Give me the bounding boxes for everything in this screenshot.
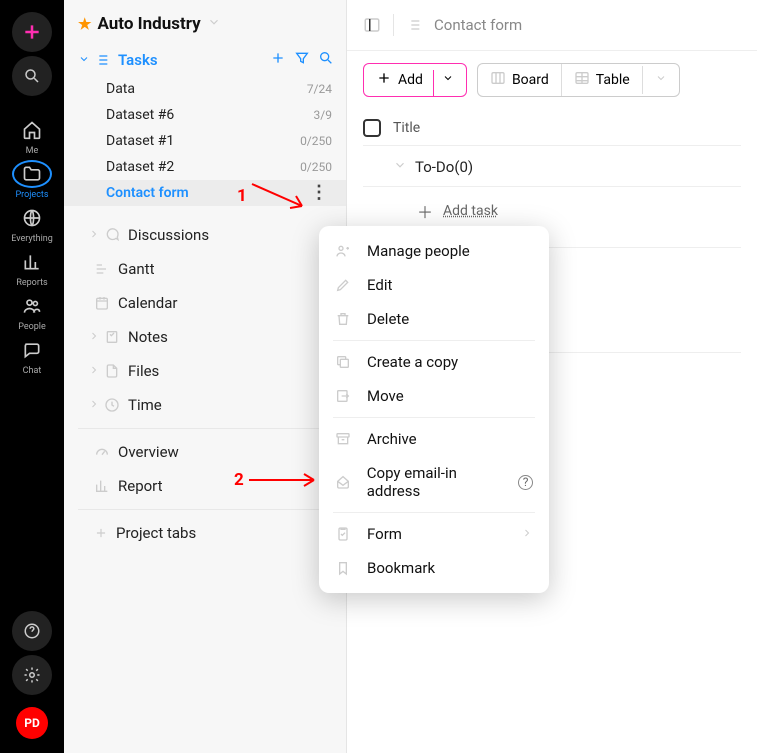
people-icon (12, 292, 52, 320)
globe-icon (12, 204, 52, 232)
nav-overview[interactable]: Overview (64, 435, 346, 469)
filter-icon[interactable] (294, 50, 310, 70)
menu-create-copy[interactable]: Create a copy (319, 345, 549, 379)
menu-move[interactable]: Move (319, 379, 549, 413)
notes-icon (104, 329, 120, 345)
chat-icon (12, 336, 52, 364)
home-icon (12, 116, 52, 144)
chevron-down-icon (207, 14, 221, 34)
archive-icon (335, 431, 353, 447)
menu-edit[interactable]: Edit (319, 268, 549, 302)
menu-archive[interactable]: Archive (319, 422, 549, 456)
copy-icon (335, 354, 353, 370)
settings-button[interactable] (12, 655, 52, 695)
calendar-icon (94, 295, 110, 311)
chevron-right-icon (86, 396, 102, 414)
menu-copy-email[interactable]: Copy email-in address ? (319, 456, 549, 508)
nav-gantt[interactable]: Gantt (64, 252, 346, 286)
list-item[interactable]: Data7/24 (64, 76, 346, 102)
view-board-button[interactable]: Board (478, 64, 561, 96)
nav-files[interactable]: Files (64, 354, 346, 388)
add-list-icon[interactable] (270, 50, 286, 70)
menu-manage-people[interactable]: Manage people (319, 234, 549, 268)
list-icon (406, 17, 422, 33)
chevron-right-icon (86, 328, 102, 346)
menu-bookmark[interactable]: Bookmark (319, 551, 549, 585)
search-list-icon[interactable] (318, 50, 334, 70)
menu-delete[interactable]: Delete (319, 302, 549, 336)
nav-reports[interactable]: Reports (12, 248, 52, 288)
report-icon (94, 478, 110, 494)
bookmark-icon (335, 560, 353, 576)
folder-icon (12, 160, 52, 188)
project-tabs-button[interactable]: Project tabs (64, 516, 346, 550)
list-icon (94, 52, 110, 68)
files-icon (104, 363, 120, 379)
add-button[interactable]: Add (363, 63, 467, 97)
search-icon (12, 56, 52, 96)
nav-report[interactable]: Report (64, 469, 346, 503)
view-table-button[interactable]: Table (561, 64, 642, 96)
trash-icon (335, 311, 353, 327)
nav-everything[interactable]: Everything (12, 204, 52, 244)
gauge-icon (94, 444, 110, 460)
chevron-right-icon (521, 525, 533, 543)
context-menu: Manage people Edit Delete Create a copy … (319, 226, 549, 593)
star-icon[interactable]: ★ (78, 15, 91, 33)
plus-icon: ＋ (417, 199, 433, 223)
list-item[interactable]: Dataset #20/250 (64, 154, 346, 180)
edit-icon (335, 277, 353, 293)
nav-people[interactable]: People (12, 292, 52, 332)
project-title[interactable]: ★ Auto Industry (64, 0, 346, 42)
new-button[interactable] (12, 12, 52, 52)
chart-icon (12, 248, 52, 276)
view-more-button[interactable] (642, 66, 679, 94)
move-icon (335, 388, 353, 404)
chevron-down-icon (393, 158, 407, 176)
plus-icon (376, 70, 392, 90)
menu-form[interactable]: Form (319, 517, 549, 551)
table-icon (574, 70, 590, 90)
nav-time[interactable]: Time (64, 388, 346, 422)
board-icon (490, 70, 506, 90)
more-icon[interactable]: ⋮ (306, 187, 332, 199)
column-title[interactable]: Title (393, 120, 420, 136)
section-tasks[interactable]: Tasks (64, 44, 346, 76)
list-item[interactable]: Dataset #63/9 (64, 102, 346, 128)
select-all-checkbox[interactable] (363, 119, 381, 137)
help-button[interactable] (12, 611, 52, 651)
plus-icon (94, 526, 108, 540)
panel-icon[interactable] (363, 16, 381, 34)
nav-me[interactable]: Me (12, 116, 52, 156)
avatar[interactable]: PD (16, 707, 48, 739)
chevron-down-icon[interactable] (442, 72, 454, 88)
list-item[interactable]: Dataset #10/250 (64, 128, 346, 154)
plus-icon (12, 12, 52, 52)
form-icon (335, 526, 353, 542)
chevron-right-icon (86, 362, 102, 380)
gear-icon (12, 655, 52, 695)
chevron-down-icon (655, 72, 667, 88)
mail-icon (335, 474, 353, 490)
help-icon (12, 611, 52, 651)
chevron-down-icon (76, 51, 92, 69)
nav-notes[interactable]: Notes (64, 320, 346, 354)
nav-discussions[interactable]: Discussions (64, 218, 346, 252)
nav-chat[interactable]: Chat (12, 336, 52, 376)
clock-icon (104, 397, 120, 413)
people-icon (335, 243, 353, 259)
discussion-icon (104, 227, 120, 243)
chevron-right-icon (86, 226, 102, 244)
list-item-selected[interactable]: Contact form ⋮ (64, 180, 346, 206)
breadcrumb[interactable]: Contact form (434, 16, 522, 34)
nav-projects[interactable]: Projects (12, 160, 52, 200)
gantt-icon (94, 261, 110, 277)
search-button[interactable] (12, 56, 52, 96)
nav-calendar[interactable]: Calendar (64, 286, 346, 320)
group-header[interactable]: To-Do(0) (363, 146, 741, 187)
help-icon[interactable]: ? (518, 475, 533, 490)
